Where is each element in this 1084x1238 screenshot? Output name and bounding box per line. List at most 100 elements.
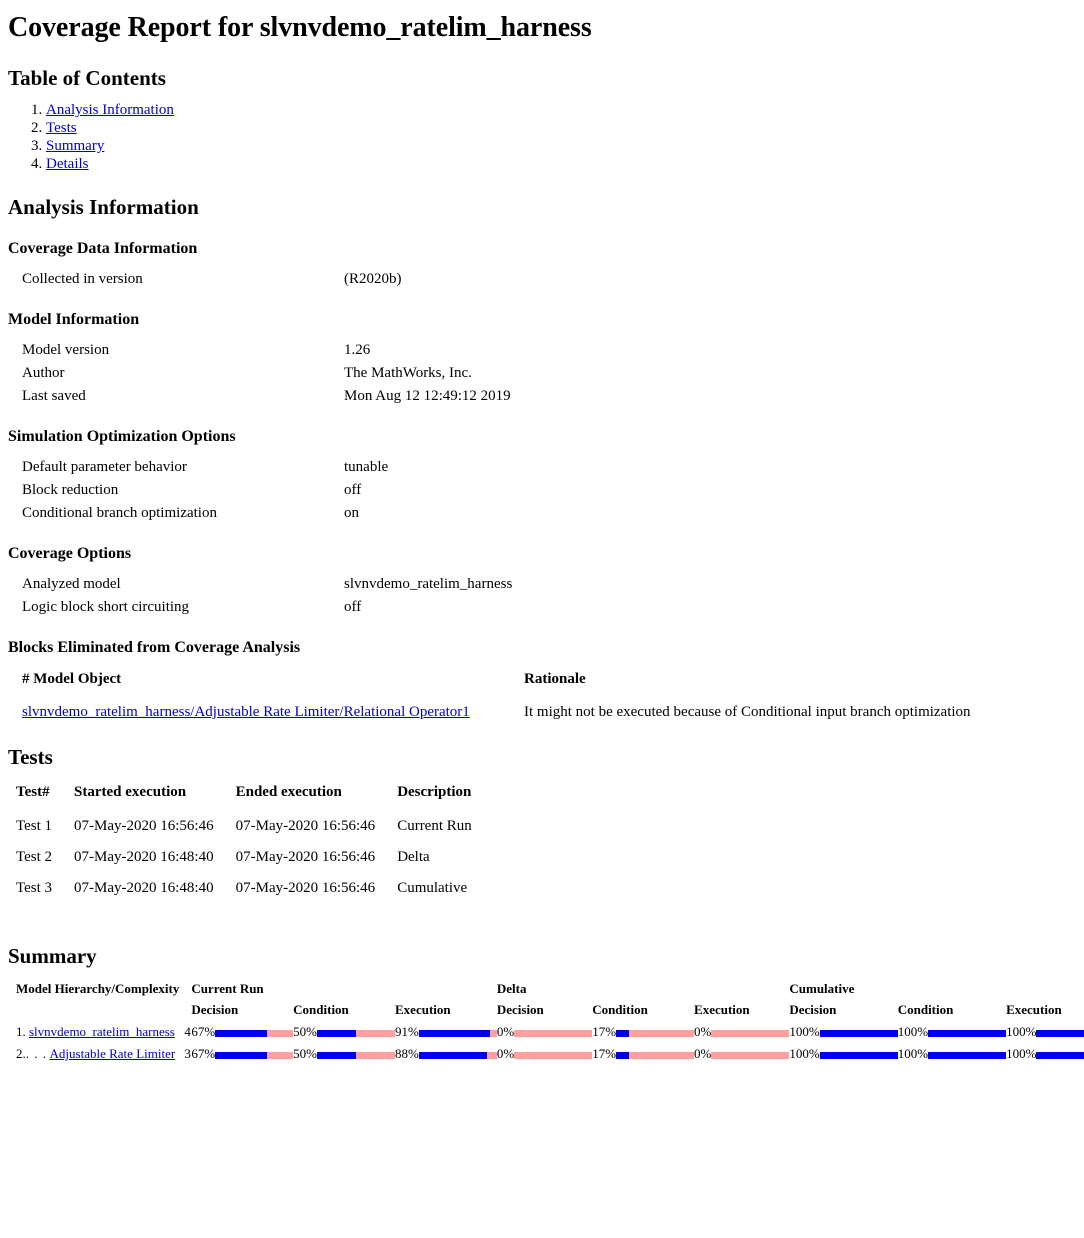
- model-hierarchy-link[interactable]: Adjustable Rate Limiter: [50, 1046, 176, 1061]
- column-header-model-hierarchy: Model Hierarchy/Complexity: [16, 981, 180, 996]
- toc-link-summary[interactable]: Summary: [46, 138, 104, 154]
- table-row: Default parameter behavior tunable: [22, 456, 388, 479]
- field-value: slvnvdemo_ratelim_harness: [344, 576, 513, 592]
- current-decision-pct: 67%: [191, 1024, 216, 1039]
- test-ended: 07-May-2020 16:56:46: [235, 849, 376, 865]
- toc-link-details[interactable]: Details: [46, 156, 89, 172]
- complexity-value: 4: [184, 1024, 191, 1039]
- tests-table: Test# Started execution Ended execution …: [16, 780, 472, 904]
- table-group-header-row: Model Hierarchy/Complexity Current Run D…: [16, 979, 1084, 1000]
- delta-decision-bar-cell: [514, 1043, 593, 1065]
- coverage-bar: [1036, 1051, 1084, 1059]
- simulation-optimization-options-heading: Simulation Optimization Options: [8, 428, 236, 445]
- rationale-cell: It might not be executed because of Cond…: [524, 704, 971, 720]
- summary-heading: Summary: [8, 944, 97, 968]
- column-header-ended-execution: Ended execution: [235, 784, 342, 800]
- coverage-options-table: Analyzed model slvnvdemo_ratelim_harness…: [22, 573, 512, 619]
- model-information-heading: Model Information: [8, 311, 140, 328]
- model-object-cell[interactable]: slvnvdemo_ratelim_harness/Adjustable Rat…: [22, 702, 524, 723]
- column-header-current-execution: Execution: [395, 1002, 451, 1017]
- cumulative-decision-bar-cell: [819, 1021, 898, 1043]
- toc-item-tests[interactable]: Tests: [46, 119, 1076, 137]
- table-row: Logic block short circuiting off: [22, 596, 512, 619]
- coverage-bar: [819, 1029, 898, 1037]
- coverage-bar: [616, 1029, 695, 1037]
- delta-execution-bar-cell: [711, 1043, 790, 1065]
- model-object-link[interactable]: slvnvdemo_ratelim_harness/Adjustable Rat…: [22, 704, 470, 720]
- table-row: Analyzed model slvnvdemo_ratelim_harness: [22, 573, 512, 596]
- page-title: Coverage Report for slvnvdemo_ratelim_ha…: [8, 12, 592, 43]
- delta-execution-pct: 0%: [694, 1046, 712, 1061]
- model-hierarchy-link[interactable]: slvnvdemo_ratelim_harness: [29, 1024, 175, 1039]
- column-header-current-decision: Decision: [191, 1002, 239, 1017]
- analysis-information-heading: Analysis Information: [8, 195, 199, 219]
- current-condition-bar-cell: [317, 1043, 395, 1065]
- coverage-bar: [928, 1051, 1007, 1059]
- column-header-delta-condition: Condition: [592, 1002, 648, 1017]
- coverage-bar: [418, 1051, 497, 1059]
- test-description: Current Run: [397, 818, 472, 834]
- field-value: off: [344, 482, 362, 498]
- field-value: off: [344, 599, 362, 615]
- field-label: Conditional branch optimization: [22, 505, 217, 521]
- group-header-current-run: Current Run: [191, 981, 264, 996]
- delta-decision-bar-cell: [514, 1021, 593, 1043]
- toc-item-analysis-information[interactable]: Analysis Information: [46, 101, 1076, 119]
- cumulative-decision-bar-cell: [819, 1043, 898, 1065]
- current-execution-bar-cell: [418, 1043, 497, 1065]
- coverage-bar: [928, 1029, 1007, 1037]
- table-row: Block reduction off: [22, 479, 388, 502]
- test-description: Delta: [397, 849, 430, 865]
- complexity-value: 3: [184, 1046, 191, 1061]
- field-label: Last saved: [22, 388, 86, 404]
- table-row: Model version 1.26: [22, 339, 511, 362]
- current-execution-bar-cell: [418, 1021, 497, 1043]
- toc-item-summary[interactable]: Summary: [46, 137, 1076, 155]
- delta-condition-pct: 17%: [592, 1046, 617, 1061]
- coverage-data-information-table: Collected in version (R2020b): [22, 268, 402, 291]
- column-header-model-object: # Model Object: [22, 671, 122, 687]
- toc-link-tests[interactable]: Tests: [46, 120, 77, 136]
- table-row: 2.. . . Adjustable Rate Limiter 3 67% 50…: [16, 1043, 1084, 1065]
- field-value: tunable: [344, 459, 389, 475]
- table-row: slvnvdemo_ratelim_harness/Adjustable Rat…: [22, 702, 971, 723]
- cumulative-condition-pct: 100%: [897, 1046, 929, 1061]
- cumulative-execution-bar-cell: [1036, 1021, 1084, 1043]
- column-header-cumulative-condition: Condition: [897, 1002, 954, 1017]
- toc-link-analysis-information[interactable]: Analysis Information: [46, 102, 174, 118]
- field-value: The MathWorks, Inc.: [344, 365, 472, 381]
- field-value: on: [344, 505, 359, 521]
- row-index: 2.: [16, 1046, 26, 1061]
- cumulative-condition-bar-cell: [928, 1021, 1007, 1043]
- coverage-bar: [819, 1051, 898, 1059]
- cumulative-decision-pct: 100%: [789, 1024, 820, 1039]
- coverage-bar: [317, 1029, 395, 1037]
- current-execution-pct: 88%: [395, 1046, 419, 1061]
- column-header-rationale: Rationale: [524, 671, 586, 687]
- delta-condition-pct: 17%: [592, 1024, 617, 1039]
- test-ended: 07-May-2020 16:56:46: [235, 880, 376, 896]
- test-id: Test 2: [16, 849, 53, 865]
- hierarchy-cell[interactable]: 1. slvnvdemo_ratelim_harness: [16, 1021, 184, 1043]
- test-description: Cumulative: [397, 880, 468, 896]
- coverage-data-information-heading: Coverage Data Information: [8, 240, 198, 257]
- table-row: 1. slvnvdemo_ratelim_harness 4 67% 50% 9…: [16, 1021, 1084, 1043]
- group-header-cumulative: Cumulative: [789, 981, 855, 996]
- coverage-bar: [215, 1029, 294, 1037]
- table-header-row: # Model Object Rationale: [22, 667, 971, 702]
- coverage-bar: [514, 1029, 593, 1037]
- column-header-cumulative-execution: Execution: [1006, 1002, 1062, 1017]
- coverage-bar: [418, 1029, 497, 1037]
- current-condition-bar-cell: [317, 1021, 395, 1043]
- table-header-row: Test# Started execution Ended execution …: [16, 780, 472, 811]
- column-header-cumulative-decision: Decision: [789, 1002, 837, 1017]
- toc-item-details[interactable]: Details: [46, 155, 1076, 173]
- field-label: Default parameter behavior: [22, 459, 187, 475]
- delta-decision-pct: 0%: [496, 1046, 515, 1061]
- field-label: Author: [22, 365, 65, 381]
- model-information-table: Model version 1.26 Author The MathWorks,…: [22, 339, 511, 408]
- table-row: Author The MathWorks, Inc.: [22, 362, 511, 385]
- blocks-eliminated-table: # Model Object Rationale slvnvdemo_ratel…: [22, 667, 971, 723]
- hierarchy-cell[interactable]: 2.. . . Adjustable Rate Limiter: [16, 1043, 184, 1065]
- table-row: Test 3 07-May-2020 16:48:40 07-May-2020 …: [16, 873, 472, 904]
